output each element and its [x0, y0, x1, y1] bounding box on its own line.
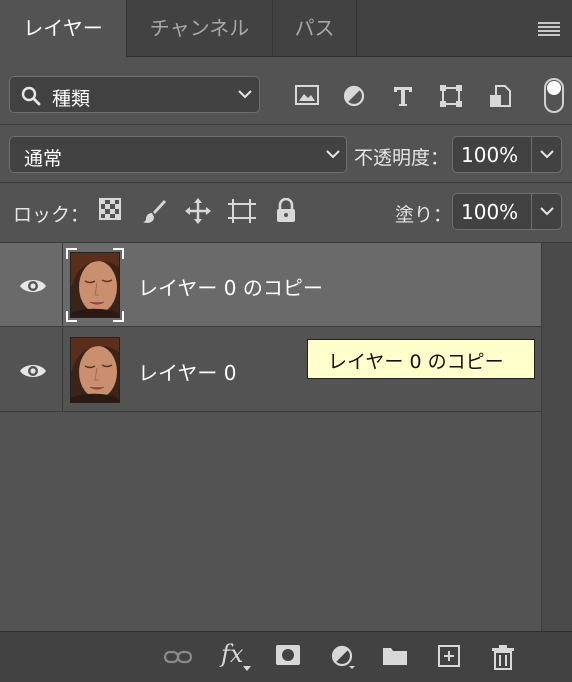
layer-row[interactable]: レイヤー 0 のコピー — [0, 243, 541, 327]
smart-object-filter-icon[interactable] — [489, 84, 511, 108]
eye-icon — [20, 365, 46, 377]
opacity-slider-toggle[interactable] — [532, 136, 562, 173]
add-mask-icon[interactable] — [275, 644, 301, 666]
tab-bar: レイヤー チャンネル パス — [0, 0, 572, 58]
layer-name[interactable]: レイヤー 0 のコピー — [138, 272, 323, 301]
search-icon — [21, 86, 41, 106]
bottom-toolbar: fx — [0, 631, 572, 682]
new-adjustment-layer-icon[interactable] — [330, 644, 356, 670]
shape-filter-icon[interactable] — [439, 84, 463, 108]
chevron-down-icon — [540, 207, 554, 216]
tab-paths[interactable]: パス — [273, 0, 357, 57]
face-photo-thumbnail — [71, 338, 119, 402]
panel-menu-icon[interactable] — [538, 22, 560, 36]
visibility-toggle[interactable] — [0, 243, 63, 327]
type-filter-icon[interactable] — [391, 84, 415, 108]
eye-icon — [20, 280, 46, 292]
fill-label: 塗り： — [395, 204, 453, 226]
blend-mode-value: 通常 — [24, 148, 63, 170]
lock-image-pixels-icon[interactable] — [141, 198, 167, 224]
delete-layer-icon[interactable] — [491, 644, 515, 670]
opacity-input[interactable]: 100% — [452, 136, 532, 173]
visibility-toggle[interactable] — [0, 328, 63, 412]
toggle-knob — [547, 81, 561, 95]
fill-input[interactable]: 100% — [452, 193, 532, 230]
layer-name[interactable]: レイヤー 0 — [138, 357, 236, 386]
blend-mode-dropdown[interactable]: 通常 — [9, 136, 347, 173]
adjustment-filter-icon[interactable] — [342, 84, 366, 108]
filter-kind-label: 種類 — [52, 88, 91, 110]
selection-brackets — [66, 248, 124, 322]
image-filter-icon[interactable] — [294, 84, 320, 106]
divider — [0, 124, 572, 125]
link-layers-icon[interactable] — [164, 649, 192, 665]
divider — [0, 182, 572, 183]
opacity-label: 不透明度： — [354, 147, 450, 169]
lock-all-icon[interactable] — [275, 198, 297, 224]
layer-name-tooltip: レイヤー 0 のコピー — [307, 339, 535, 379]
filter-kind-dropdown[interactable]: 種類 — [9, 76, 260, 113]
tab-layers[interactable]: レイヤー — [0, 0, 127, 58]
lock-artboard-icon[interactable] — [228, 198, 256, 224]
new-layer-icon[interactable] — [437, 644, 461, 668]
fill-slider-toggle[interactable] — [532, 193, 562, 230]
layers-panel: レイヤー チャンネル パス 種類 通常 不透明度： 100% ロック： 塗り： … — [0, 0, 572, 682]
fx-dropdown-arrow-icon — [243, 666, 251, 671]
layers-scrollbar[interactable] — [541, 243, 572, 631]
chevron-down-icon — [540, 150, 554, 159]
lock-position-icon[interactable] — [185, 198, 211, 224]
layer-style-fx-icon[interactable]: fx — [221, 640, 243, 668]
chevron-down-icon — [238, 90, 252, 99]
lock-transparent-pixels-icon[interactable] — [99, 198, 121, 220]
layer-thumbnail[interactable] — [70, 337, 120, 403]
chevron-down-icon — [326, 150, 340, 159]
new-group-folder-icon[interactable] — [382, 644, 408, 666]
filter-toggle-switch[interactable] — [544, 78, 564, 113]
tab-channels[interactable]: チャンネル — [127, 0, 273, 57]
layers-list: レイヤー 0 のコピー レイヤー 0 — [0, 243, 541, 631]
lock-label: ロック： — [13, 204, 90, 226]
